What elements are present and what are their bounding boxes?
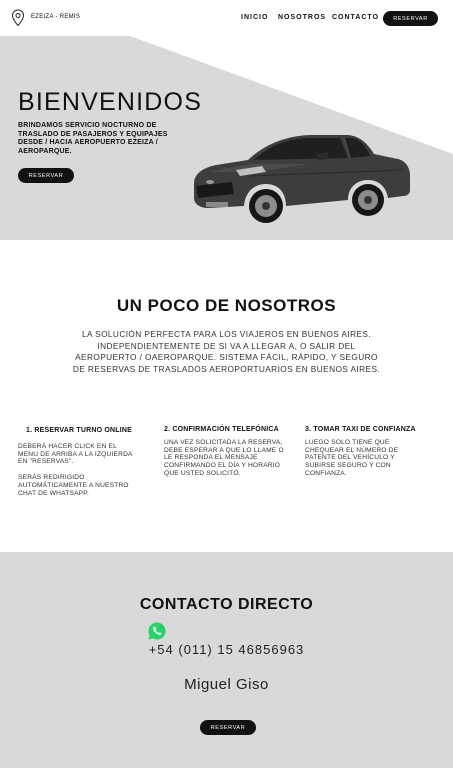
step-paragraph: SERÁS REDIRIGIDO AUTOMÁTICAMENTE A NUEST…: [18, 474, 129, 497]
step-title: 1. RESERVAR TURNO ONLINE: [26, 427, 133, 434]
about-title: UN POCO DE NOSOTROS: [116, 296, 337, 315]
brand-name[interactable]: EZEIZA - REMIS: [31, 14, 80, 20]
contact-reserve-button[interactable]: RESERVAR: [200, 720, 256, 735]
map-pin-icon[interactable]: [11, 9, 25, 27]
site-header: EZEIZA - REMIS INICIO NOSOTROS CONTACTO …: [0, 0, 453, 36]
contact-name: Miguel Giso: [184, 676, 269, 693]
step-text: DEBERÁ HACER CLICK EN EL MENU DE ARRIBA …: [18, 443, 138, 497]
phone-number[interactable]: +54 (011) 15 46856963: [0, 642, 453, 657]
nav-contacto[interactable]: CONTACTO: [332, 14, 379, 21]
step-confirmacion: 2. CONFIRMACIÓN TELEFÓNICA UNA VEZ SOLIC…: [164, 426, 284, 478]
hero-reserve-button[interactable]: RESERVAR: [18, 168, 74, 183]
contact-section: CONTACTO DIRECTO +54 (011) 15 46856963 M…: [0, 552, 453, 768]
car-image: [194, 135, 410, 223]
step-title: 2. CONFIRMACIÓN TELEFÓNICA: [164, 426, 279, 433]
hero-subtitle: BRINDAMOS SERVICIO NOCTURNO DE TRASLADO …: [18, 122, 168, 155]
step-paragraph: DEBERÁ HACER CLICK EN EL MENU DE ARRIBA …: [18, 443, 133, 466]
step-reservar: 1. RESERVAR TURNO ONLINE DEBERÁ HACER CL…: [18, 427, 138, 497]
hero-title: BIENVENIDOS: [18, 88, 203, 116]
contact-title: CONTACTO DIRECTO: [139, 596, 314, 613]
hero-section: BIENVENIDOS BRINDAMOS SERVICIO NOCTURNO …: [0, 36, 453, 240]
whatsapp-icon[interactable]: [147, 621, 167, 641]
step-text: LUEGO SOLO TIENE QUE CHEQUEAR EL NÚMERO …: [305, 439, 425, 478]
nav-inicio[interactable]: INICIO: [241, 14, 268, 21]
step-text: UNA VEZ SOLICITADA LA RESERVA, DEBE ESPE…: [164, 439, 284, 478]
header-reserve-button[interactable]: RESERVAR: [383, 11, 438, 26]
step-tomar-taxi: 3. TOMAR TAXI DE CONFIANZA LUEGO SOLO TI…: [305, 426, 425, 478]
step-paragraph: LUEGO SOLO TIENE QUE CHEQUEAR EL NÚMERO …: [305, 439, 399, 477]
step-title: 3. TOMAR TAXI DE CONFIANZA: [305, 426, 416, 433]
step-paragraph: UNA VEZ SOLICITADA LA RESERVA, DEBE ESPE…: [164, 439, 284, 477]
nav-nosotros[interactable]: NOSOTROS: [278, 14, 326, 21]
about-text: LA SOLUCIÓN PERFECTA PARA LOS VIAJEROS E…: [72, 329, 381, 374]
